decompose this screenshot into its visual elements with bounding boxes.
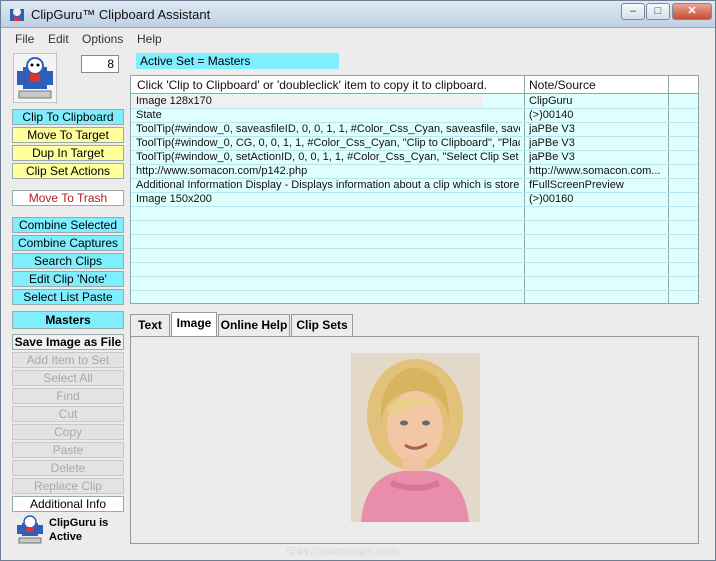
table-row[interactable] bbox=[131, 207, 698, 221]
table-row[interactable] bbox=[131, 277, 698, 291]
clip-cell: Image 128x170 bbox=[136, 95, 212, 107]
menu-options[interactable]: Options bbox=[82, 32, 123, 46]
dup-in-target-button[interactable]: Dup In Target bbox=[12, 145, 124, 161]
note-source-cell: (>)00160 bbox=[529, 193, 574, 205]
table-row[interactable]: Image 128x170 ClipGuru bbox=[131, 95, 698, 109]
clip-cell: ToolTip(#window_0, saveasfileID, 0, 0, 1… bbox=[136, 123, 520, 135]
status-line-1: ClipGuru is bbox=[49, 517, 109, 529]
note-source-cell: http://www.somacon.com... bbox=[529, 165, 661, 177]
table-row[interactable]: ToolTip(#window_0, CG, 0, 0, 1, 1, #Colo… bbox=[131, 137, 698, 151]
menu-file[interactable]: File bbox=[15, 32, 34, 46]
copy-button[interactable]: Copy bbox=[12, 424, 124, 440]
table-row[interactable]: State (>)00140 bbox=[131, 109, 698, 123]
table-row[interactable] bbox=[131, 221, 698, 235]
minimize-button[interactable]: – bbox=[621, 3, 645, 20]
additional-info-button[interactable]: Additional Info bbox=[12, 496, 124, 512]
clipguru-status-icon bbox=[17, 515, 43, 544]
status-line-2: Active bbox=[49, 531, 83, 543]
clip-cell: State bbox=[136, 109, 162, 121]
table-header: Click 'Clip to Clipboard' or 'doubleclic… bbox=[131, 76, 698, 94]
clipguru-app-icon bbox=[10, 8, 24, 21]
tab-online-help[interactable]: Online Help bbox=[218, 314, 290, 336]
cut-button[interactable]: Cut bbox=[12, 406, 124, 422]
add-item-to-set-button[interactable]: Add Item to Set bbox=[12, 352, 124, 368]
tab-text[interactable]: Text bbox=[130, 314, 170, 336]
clip-to-clipboard-button[interactable]: Clip To Clipboard bbox=[12, 109, 124, 125]
clip-cell: http://www.somacon.com/p142.php bbox=[136, 165, 308, 177]
table-row[interactable]: ToolTip(#window_0, saveasfileID, 0, 0, 1… bbox=[131, 123, 698, 137]
watermark: GearDownload.com bbox=[287, 546, 401, 558]
menu-edit[interactable]: Edit bbox=[48, 32, 69, 46]
table-row[interactable]: Additional Information Display - Display… bbox=[131, 179, 698, 193]
clip-cell: Additional Information Display - Display… bbox=[136, 179, 520, 191]
clip-cell: ToolTip(#window_0, CG, 0, 0, 1, 1, #Colo… bbox=[136, 137, 520, 149]
select-all-button[interactable]: Select All bbox=[12, 370, 124, 386]
clip-cell: ToolTip(#window_0, setActionID, 0, 0, 1,… bbox=[136, 151, 519, 163]
move-to-target-button[interactable]: Move To Target bbox=[12, 127, 124, 143]
note-source-cell: jaPBe V3 bbox=[529, 123, 575, 135]
table-row[interactable] bbox=[131, 249, 698, 263]
menu-help[interactable]: Help bbox=[137, 32, 162, 46]
note-source-cell: jaPBe V3 bbox=[529, 151, 575, 163]
clip-count: 8 bbox=[81, 55, 119, 73]
clipguru-logo-icon bbox=[13, 53, 57, 103]
note-source-cell: (>)00140 bbox=[529, 109, 574, 121]
tab-image[interactable]: Image bbox=[171, 312, 217, 336]
select-list-paste-button[interactable]: Select List Paste bbox=[12, 289, 124, 305]
delete-button[interactable]: Delete bbox=[12, 460, 124, 476]
clip-cell: Image 150x200 bbox=[136, 193, 212, 205]
column-header-clip[interactable]: Click 'Clip to Clipboard' or 'doubleclic… bbox=[137, 78, 487, 92]
save-image-as-file-button[interactable]: Save Image as File bbox=[12, 334, 124, 350]
note-source-cell: fFullScreenPreview bbox=[529, 179, 624, 191]
move-to-trash-button[interactable]: Move To Trash bbox=[12, 190, 124, 206]
replace-clip-button[interactable]: Replace Clip bbox=[12, 478, 124, 494]
close-button[interactable]: ✕ bbox=[672, 3, 712, 20]
note-source-cell: jaPBe V3 bbox=[529, 137, 575, 149]
window-title: ClipGuru™ Clipboard Assistant bbox=[31, 7, 211, 22]
combine-captures-button[interactable]: Combine Captures bbox=[12, 235, 124, 251]
table-row[interactable]: ToolTip(#window_0, setActionID, 0, 0, 1,… bbox=[131, 151, 698, 165]
clip-list-table[interactable]: Click 'Clip to Clipboard' or 'doubleclic… bbox=[130, 75, 699, 304]
table-row[interactable]: Image 150x200 (>)00160 bbox=[131, 193, 698, 207]
column-header-note-source[interactable]: Note/Source bbox=[529, 78, 596, 92]
edit-clip-note-button[interactable]: Edit Clip 'Note' bbox=[12, 271, 124, 287]
paste-button[interactable]: Paste bbox=[12, 442, 124, 458]
status-text: ClipGuru is Active bbox=[49, 516, 108, 544]
table-row[interactable] bbox=[131, 263, 698, 277]
clip-image-preview bbox=[351, 353, 480, 522]
table-row[interactable]: http://www.somacon.com/p142.php http://ww… bbox=[131, 165, 698, 179]
search-clips-button[interactable]: Search Clips bbox=[12, 253, 124, 269]
active-set-label: Active Set = Masters bbox=[136, 53, 339, 69]
title-bar[interactable]: ClipGuru™ Clipboard Assistant – □ ✕ bbox=[1, 1, 715, 28]
find-button[interactable]: Find bbox=[12, 388, 124, 404]
combine-selected-button[interactable]: Combine Selected bbox=[12, 217, 124, 233]
table-row[interactable] bbox=[131, 235, 698, 249]
masters-set-label[interactable]: Masters bbox=[12, 311, 124, 329]
app-window: ClipGuru™ Clipboard Assistant – □ ✕ File… bbox=[0, 0, 716, 561]
clip-set-actions-button[interactable]: Clip Set Actions bbox=[12, 163, 124, 179]
menu-bar: File Edit Options Help bbox=[1, 29, 715, 49]
tab-clip-sets[interactable]: Clip Sets bbox=[291, 314, 353, 336]
maximize-button[interactable]: □ bbox=[646, 3, 670, 20]
status-area: ClipGuru is Active bbox=[12, 512, 124, 546]
note-source-cell: ClipGuru bbox=[529, 95, 573, 107]
